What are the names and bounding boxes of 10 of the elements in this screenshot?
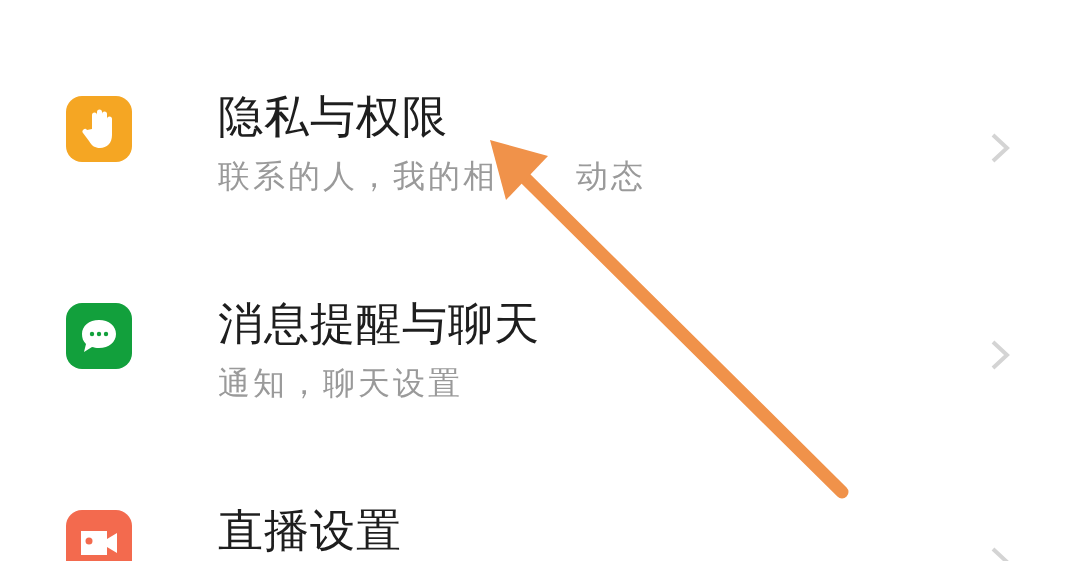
setting-title: 消息提醒与聊天 (218, 299, 541, 349)
chevron-right-icon[interactable] (990, 132, 1010, 164)
video-camera-icon (79, 529, 119, 557)
chevron-right-icon[interactable] (990, 339, 1010, 371)
setting-description: 动态 (576, 156, 646, 196)
setting-description: 联系的人，我的相 (218, 156, 498, 196)
setting-description: 通知，聊天设置 (218, 363, 463, 403)
chat-bubble-icon (80, 318, 118, 354)
setting-title: 隐私与权限 (218, 92, 449, 142)
setting-title: 直播设置 (218, 506, 403, 556)
